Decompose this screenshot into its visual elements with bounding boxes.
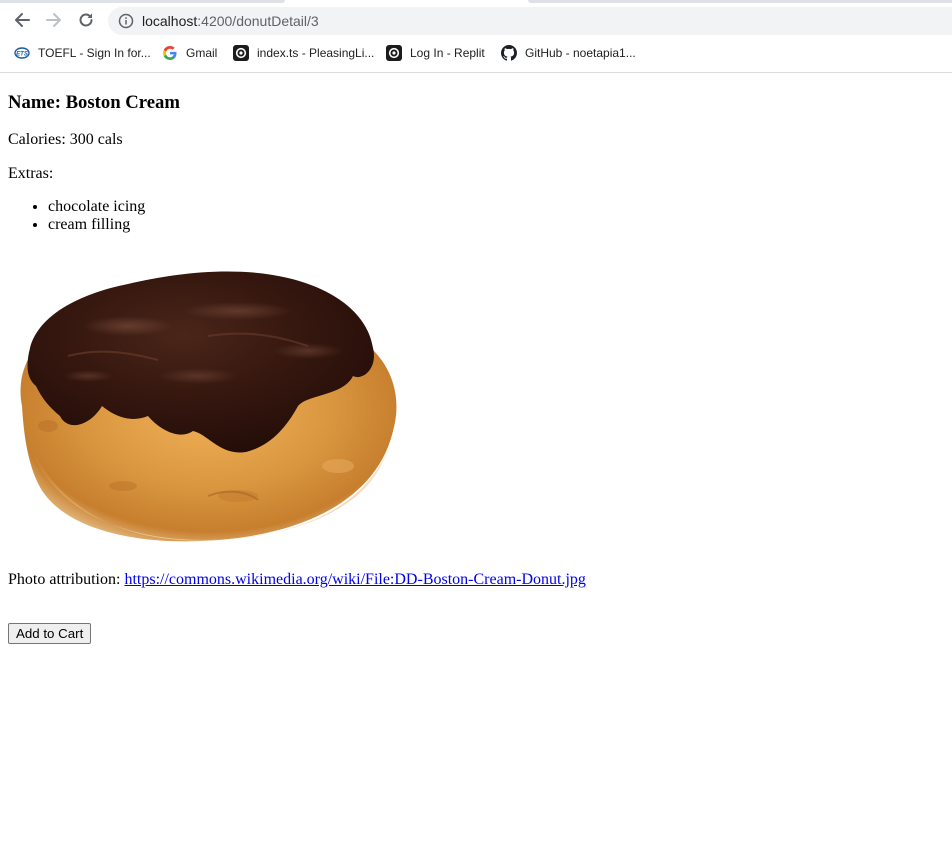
reload-button[interactable] xyxy=(72,6,100,34)
forward-button[interactable] xyxy=(40,6,68,34)
photo-attribution: Photo attribution: https://commons.wikim… xyxy=(8,571,586,589)
calories-text: Calories: 300 cals xyxy=(8,131,123,148)
inactive-tab-edge[interactable] xyxy=(0,0,285,3)
back-button[interactable] xyxy=(8,6,36,34)
github-icon xyxy=(501,45,517,61)
bookmark-index-ts[interactable]: index.ts - PleasingLi... xyxy=(233,44,374,62)
bookmark-replit-login[interactable]: Log In - Replit xyxy=(386,44,485,62)
ets-icon: ETS xyxy=(14,45,30,61)
google-icon xyxy=(162,45,178,61)
attribution-link[interactable]: https://commons.wikimedia.org/wiki/File:… xyxy=(124,571,585,588)
bookmark-label: Log In - Replit xyxy=(410,46,485,60)
add-to-cart-button[interactable]: Add to Cart xyxy=(8,623,92,644)
url-host: localhost xyxy=(142,13,198,29)
arrow-left-icon xyxy=(15,13,30,27)
bookmark-label: index.ts - PleasingLi... xyxy=(257,46,375,60)
extra-item: cream filling xyxy=(48,216,145,234)
inactive-tab-edge[interactable] xyxy=(528,0,952,3)
replit-icon xyxy=(233,45,249,61)
bookmark-toefl[interactable]: ETS TOEFL - Sign In for... xyxy=(14,44,151,62)
arrow-right-icon xyxy=(46,13,61,27)
browser-chrome: localhost:4200/donutDetail/3 ETS TOEFL -… xyxy=(0,0,952,73)
replit-icon xyxy=(386,45,402,61)
extra-item: chocolate icing xyxy=(48,198,145,216)
bookmark-github[interactable]: GitHub - noetapia1... xyxy=(501,44,636,62)
extras-label: Extras: xyxy=(8,165,54,182)
svg-text:ETS: ETS xyxy=(16,51,28,57)
extras-list: chocolate icing cream filling xyxy=(8,198,145,234)
bookmark-label: GitHub - noetapia1... xyxy=(525,46,636,60)
donut-name-heading: Name: Boston Cream xyxy=(8,92,180,113)
browser-toolbar: localhost:4200/donutDetail/3 xyxy=(0,4,952,38)
boston-cream-donut-image xyxy=(8,256,408,556)
address-bar[interactable]: localhost:4200/donutDetail/3 xyxy=(108,7,952,35)
attribution-label: Photo attribution: xyxy=(8,571,125,588)
bookmark-label: TOEFL - Sign In for... xyxy=(38,46,151,60)
bookmarks-bar: ETS TOEFL - Sign In for... Gmail index.t… xyxy=(0,38,952,68)
bookmark-gmail[interactable]: Gmail xyxy=(162,44,217,62)
url-text[interactable]: localhost:4200/donutDetail/3 xyxy=(142,13,319,29)
bookmark-label: Gmail xyxy=(186,46,218,60)
site-info-icon[interactable] xyxy=(118,13,134,29)
reload-icon xyxy=(79,13,93,27)
url-path: :4200/donutDetail/3 xyxy=(197,13,319,29)
